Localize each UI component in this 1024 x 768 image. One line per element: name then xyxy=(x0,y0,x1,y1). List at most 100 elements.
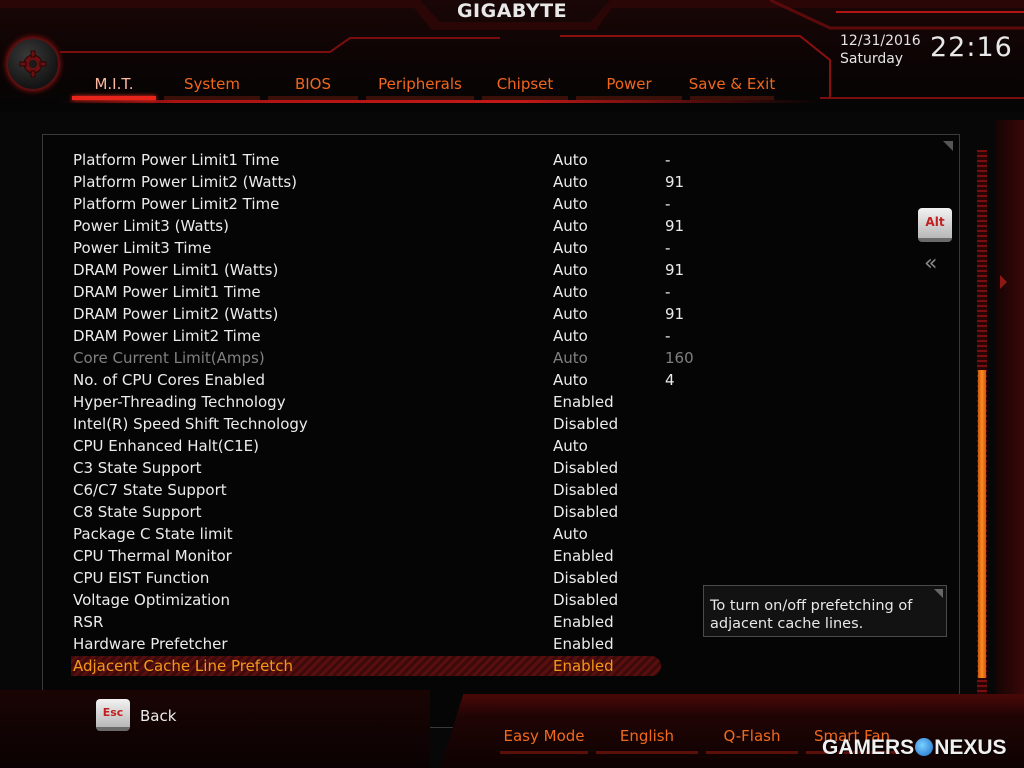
clock-time: 22:16 xyxy=(930,32,1013,63)
tab-peripherals[interactable]: Peripherals xyxy=(362,72,478,100)
setting-row[interactable]: DRAM Power Limit1 (Watts) Auto 91 xyxy=(43,259,959,281)
setting-row[interactable]: Hyper-Threading Technology Enabled xyxy=(43,391,959,413)
day-text: Saturday xyxy=(840,51,904,67)
help-corner-marker xyxy=(934,589,943,598)
setting-name: Hardware Prefetcher xyxy=(73,635,228,653)
setting-name: RSR xyxy=(73,613,104,631)
setting-name: Hyper-Threading Technology xyxy=(73,393,286,411)
setting-name: Intel(R) Speed Shift Technology xyxy=(73,415,308,433)
tab-power[interactable]: Power xyxy=(572,72,686,100)
setting-current-value: - xyxy=(665,327,671,345)
setting-row[interactable]: Platform Power Limit1 Time Auto - xyxy=(43,149,959,171)
q-flash-button[interactable]: Q-Flash xyxy=(702,726,802,754)
setting-name: Platform Power Limit2 Time xyxy=(73,195,280,213)
setting-value: Disabled xyxy=(553,415,619,433)
setting-name: DRAM Power Limit1 (Watts) xyxy=(73,261,279,279)
setting-row[interactable]: Platform Power Limit2 (Watts) Auto 91 xyxy=(43,171,959,193)
setting-current-value: - xyxy=(665,195,671,213)
setting-value: Auto xyxy=(553,525,588,543)
settings-gear-button[interactable] xyxy=(6,37,60,91)
setting-row[interactable]: Power Limit3 Time Auto - xyxy=(43,237,959,259)
brand-logo: GIGABYTE xyxy=(456,0,568,22)
globe-icon xyxy=(915,738,934,756)
setting-row[interactable]: C8 State Support Disabled xyxy=(43,501,959,523)
easy-mode-button[interactable]: Easy Mode xyxy=(496,726,592,754)
setting-row[interactable]: CPU Thermal Monitor Enabled xyxy=(43,545,959,567)
setting-row[interactable]: Power Limit3 (Watts) Auto 91 xyxy=(43,215,959,237)
setting-name: C8 State Support xyxy=(73,503,202,521)
setting-name: DRAM Power Limit1 Time xyxy=(73,283,261,301)
setting-name: Power Limit3 (Watts) xyxy=(73,217,229,235)
setting-row[interactable]: Platform Power Limit2 Time Auto - xyxy=(43,193,959,215)
setting-value: Auto xyxy=(553,151,588,169)
watermark-logo: GAMERS NEXUS xyxy=(822,736,1007,760)
setting-row-selected[interactable]: Adjacent Cache Line Prefetch Enabled xyxy=(43,655,959,677)
tab-mit[interactable]: M.I.T. xyxy=(68,72,160,100)
back-label[interactable]: Back xyxy=(140,707,176,725)
setting-current-value: - xyxy=(665,151,671,169)
setting-value: Disabled xyxy=(553,459,619,477)
main-tabs: M.I.T. System BIOS Peripherals Chipset P… xyxy=(68,72,778,102)
setting-value: Auto xyxy=(553,173,588,191)
setting-name: CPU Thermal Monitor xyxy=(73,547,232,565)
setting-name: No. of CPU Cores Enabled xyxy=(73,371,266,389)
setting-name: C6/C7 State Support xyxy=(73,481,227,499)
setting-row[interactable]: DRAM Power Limit2 Time Auto - xyxy=(43,325,959,347)
setting-current-value: 91 xyxy=(665,173,685,191)
setting-row[interactable]: DRAM Power Limit1 Time Auto - xyxy=(43,281,959,303)
bottom-left-frame xyxy=(0,690,430,768)
setting-name: Package C State limit xyxy=(73,525,233,543)
setting-current-value: 91 xyxy=(665,261,685,279)
setting-row[interactable]: C6/C7 State Support Disabled xyxy=(43,479,959,501)
setting-value: Auto xyxy=(553,371,588,389)
tab-chipset[interactable]: Chipset xyxy=(478,72,572,100)
right-frame-decoration xyxy=(995,120,1024,700)
setting-row[interactable]: DRAM Power Limit2 (Watts) Auto 91 xyxy=(43,303,959,325)
setting-name: Adjacent Cache Line Prefetch xyxy=(73,657,293,675)
setting-row[interactable]: Intel(R) Speed Shift Technology Disabled xyxy=(43,413,959,435)
setting-name: CPU Enhanced Halt(C1E) xyxy=(73,437,259,455)
setting-current-value: - xyxy=(665,283,671,301)
setting-value: Disabled xyxy=(553,591,619,609)
setting-value: Auto xyxy=(553,217,588,235)
setting-name: DRAM Power Limit2 (Watts) xyxy=(73,305,279,323)
setting-value: Enabled xyxy=(553,657,614,675)
setting-value: Disabled xyxy=(553,569,619,587)
language-button[interactable]: English xyxy=(592,726,702,754)
setting-value: Enabled xyxy=(553,635,614,653)
setting-value: Enabled xyxy=(553,547,614,565)
alt-key-button[interactable]: Alt xyxy=(918,208,952,242)
setting-row[interactable]: C3 State Support Disabled xyxy=(43,457,959,479)
scrollbar-thumb[interactable] xyxy=(978,370,986,678)
date-text: 12/31/2016 xyxy=(840,33,921,49)
setting-value: Auto xyxy=(553,437,588,455)
gear-icon xyxy=(19,50,47,78)
setting-current-value: - xyxy=(665,239,671,257)
setting-name: Core Current Limit(Amps) xyxy=(73,349,265,367)
settings-panel: Platform Power Limit1 Time Auto - Platform… xyxy=(42,134,960,728)
setting-row[interactable]: Package C State limit Auto xyxy=(43,523,959,545)
setting-value: Auto xyxy=(553,195,588,213)
setting-name: Power Limit3 Time xyxy=(73,239,212,257)
tab-system[interactable]: System xyxy=(160,72,264,100)
chevron-right-icon[interactable] xyxy=(1000,275,1007,289)
setting-row-disabled: Core Current Limit(Amps) Auto 160 xyxy=(43,347,959,369)
setting-name: Platform Power Limit2 (Watts) xyxy=(73,173,297,191)
setting-value: Auto xyxy=(553,327,588,345)
double-chevron-left-icon[interactable]: « xyxy=(924,253,937,275)
help-text: To turn on/off prefetching of adjacent c… xyxy=(710,598,913,632)
setting-name: DRAM Power Limit2 Time xyxy=(73,327,261,345)
setting-value: Auto xyxy=(553,305,588,323)
setting-value: Auto xyxy=(553,239,588,257)
setting-value: Auto xyxy=(553,349,588,367)
tab-bios[interactable]: BIOS xyxy=(264,72,362,100)
setting-value: Disabled xyxy=(553,503,619,521)
setting-row[interactable]: CPU Enhanced Halt(C1E) Auto xyxy=(43,435,959,457)
esc-key-button[interactable]: Esc xyxy=(96,699,130,731)
setting-value: Enabled xyxy=(553,393,614,411)
setting-current-value: 91 xyxy=(665,217,685,235)
setting-row[interactable]: No. of CPU Cores Enabled Auto 4 xyxy=(43,369,959,391)
tab-save-exit[interactable]: Save & Exit xyxy=(686,72,778,100)
setting-name: C3 State Support xyxy=(73,459,202,477)
setting-name: Voltage Optimization xyxy=(73,591,230,609)
